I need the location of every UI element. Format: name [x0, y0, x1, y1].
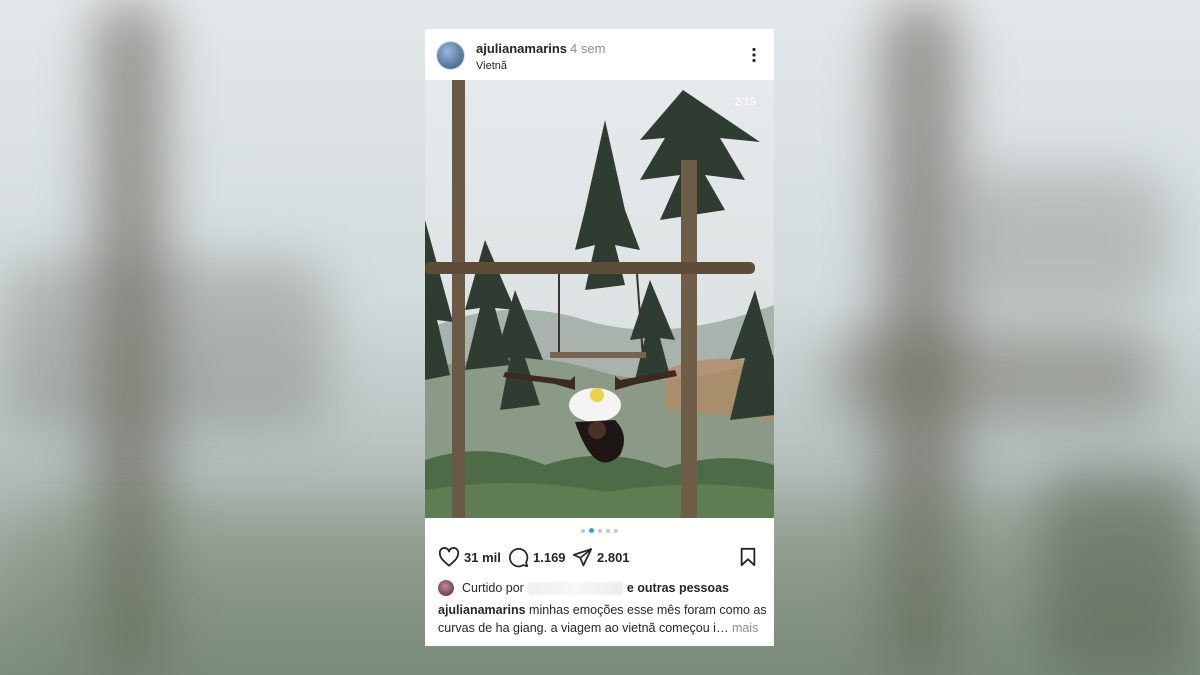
comment-icon: [509, 547, 529, 567]
carousel-dot[interactable]: [598, 528, 602, 533]
more-options-icon[interactable]: [744, 45, 764, 65]
carousel-dot[interactable]: [606, 528, 610, 533]
liked-by-others-link[interactable]: e outras pessoas: [627, 581, 729, 595]
redacted-username: [527, 581, 623, 595]
comment-count[interactable]: 1.169: [533, 550, 566, 565]
liked-by-line: Curtido por e outras pessoas: [438, 579, 729, 597]
bookmark-icon: [740, 547, 756, 567]
send-icon: [572, 548, 593, 567]
post-header: ajulianamarins 4 sem Vietnã: [425, 29, 774, 80]
photo-illustration: [425, 80, 774, 518]
post-caption: ajulianamarins minhas emoções esse mês f…: [438, 601, 768, 637]
post-photo[interactable]: 2/19: [425, 80, 774, 518]
post-actions: 31 mil 1.169 2.801: [425, 543, 774, 571]
carousel-counter: 2/19: [734, 96, 756, 108]
author-avatar[interactable]: [437, 42, 464, 69]
share-button[interactable]: 2.801: [572, 546, 630, 568]
save-button[interactable]: [739, 546, 757, 568]
carousel-dot[interactable]: [614, 528, 618, 533]
post-location[interactable]: Vietnã: [476, 60, 507, 72]
share-count[interactable]: 2.801: [597, 550, 630, 565]
instagram-post-card: ajulianamarins 4 sem Vietnã 2/19 31 mil …: [425, 29, 774, 646]
comment-button[interactable]: 1.169: [508, 546, 566, 568]
author-username-line: ajulianamarins 4 sem: [476, 41, 605, 56]
post-time-ago: 4 sem: [570, 41, 606, 56]
author-username[interactable]: ajulianamarins: [476, 41, 567, 56]
liked-by-avatar[interactable]: [438, 580, 454, 596]
heart-icon: [438, 547, 460, 567]
carousel-dot-active[interactable]: [589, 528, 594, 533]
like-button[interactable]: 31 mil: [438, 546, 501, 568]
like-count[interactable]: 31 mil: [464, 550, 501, 565]
caption-more-link[interactable]: mais: [732, 621, 758, 635]
caption-username[interactable]: ajulianamarins: [438, 603, 526, 617]
carousel-dots: [425, 528, 774, 534]
carousel-dot[interactable]: [581, 528, 585, 533]
liked-by-prefix: Curtido por: [462, 581, 524, 595]
